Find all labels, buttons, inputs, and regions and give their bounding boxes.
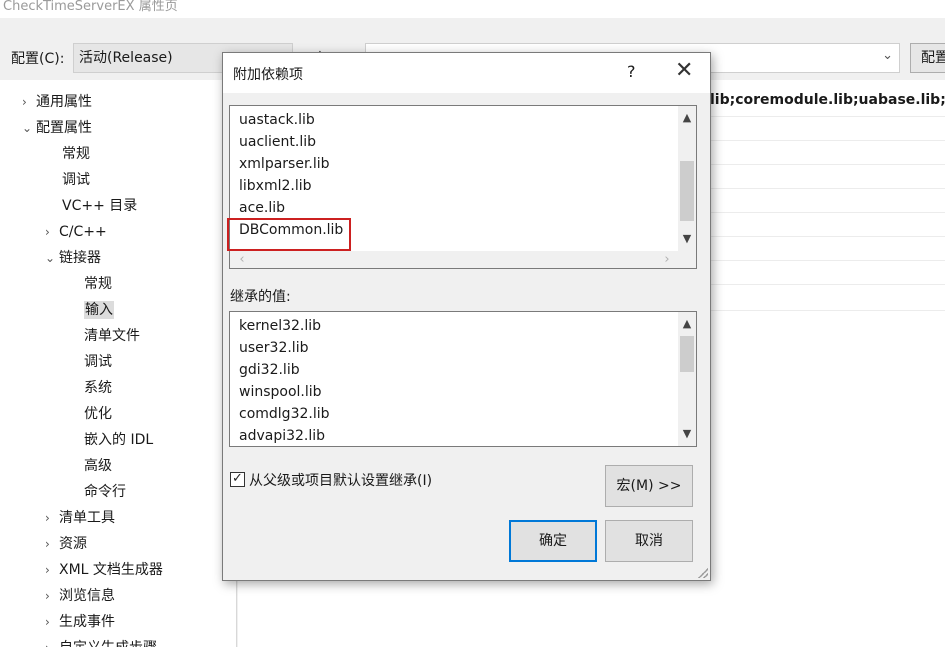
tree-item-label: 清单文件 [84,328,140,344]
tree-item-label: 调试 [84,354,112,370]
resize-grip[interactable] [698,568,708,578]
tree-item[interactable]: ⌄ 配置属性 [22,116,92,140]
chevron-right-icon[interactable]: › [45,584,59,608]
inherited-values-box: ▲ ▼ kernel32.lib user32.lib gdi32.lib winsp… [229,311,697,447]
chevron-right-icon[interactable]: › [45,610,59,634]
tree-item-label: 优化 [84,406,112,422]
tree-item-label: 调试 [62,172,90,188]
tree-item[interactable]: 常规 [62,142,90,166]
chevron-down-icon[interactable]: ⌄ [22,116,36,140]
dependency-entry[interactable]: xmlparser.lib [239,153,330,175]
tree-item-label: XML 文档生成器 [59,562,163,578]
inherited-value-entry: gdi32.lib [239,362,300,378]
scrollbar-thumb[interactable] [680,336,694,372]
chevron-right-icon[interactable]: › [45,558,59,582]
tree-item-label: 自定义生成步骤 [59,640,157,647]
tree-item[interactable]: 调试 [84,350,112,374]
scroll-left-icon[interactable]: ‹ [233,251,251,268]
tree-item[interactable]: VC++ 目录 [62,194,137,218]
chevron-right-icon[interactable]: › [45,220,59,244]
tree-item[interactable]: ›自定义生成步骤 [45,636,157,647]
chevron-right-icon[interactable]: › [45,636,59,647]
tree-item[interactable]: › 清单工具 [45,506,115,530]
tree-item-label: 浏览信息 [59,588,115,604]
dependencies-horizontal-scrollbar[interactable]: ‹ › [230,251,678,268]
tree-item-label: 链接器 [59,250,101,266]
property-tree: › 通用属性 ⌄ 配置属性 常规 调试 VC++ 目录 › C/C++ ⌄ 链接器 常规 输入 清单文件调… [0,80,237,647]
tree-item-label: VC++ 目录 [62,198,138,214]
chevron-down-icon: ⌄ [882,48,893,63]
inherited-values-label: 继承的值: [230,289,291,305]
scroll-down-icon[interactable]: ▼ [678,230,696,248]
dependency-entry[interactable]: ace.lib [239,197,285,219]
tree-item[interactable]: › 通用属性 [22,90,92,114]
dependency-entry[interactable]: uaclient.lib [239,131,316,153]
tree-item[interactable]: 优化 [84,402,112,426]
window-title: CheckTimeServerEX 属性页 [0,0,945,18]
macro-button[interactable]: 宏(M) >> [605,465,693,507]
dependencies-vertical-scrollbar[interactable]: ▲ ▼ [678,106,696,251]
scrollbar-thumb[interactable] [680,161,694,221]
tree-item-label: 命令行 [84,484,126,500]
tree-item[interactable]: 系统 [84,376,112,400]
tree-item-label: 生成事件 [59,614,115,630]
tree-item[interactable]: 输入 [84,298,114,322]
scroll-right-icon[interactable]: › [658,251,676,268]
scroll-down-icon[interactable]: ▼ [678,425,696,443]
tree-item[interactable]: 高级 [84,454,112,478]
scroll-up-icon[interactable]: ▲ [678,109,696,127]
dependency-entry[interactable]: libxml2.lib [239,175,312,197]
highlight-annotation [227,218,351,251]
chevron-right-icon[interactable]: › [22,90,36,114]
configuration-label: 配置(C): [11,51,65,67]
tree-item-label: 输入 [84,301,114,319]
chevron-down-icon[interactable]: ⌄ [45,246,59,270]
inherited-value-entry: winspool.lib [239,384,322,400]
tree-item[interactable]: 常规 [84,272,112,296]
configuration-manager-button[interactable]: 配置 [910,43,945,73]
tree-item[interactable]: › C/C++ [45,220,107,244]
inherit-checkbox-row[interactable]: 从父级或项目默认设置继承(I) [230,470,433,492]
tree-item[interactable]: ⌄ 链接器 [45,246,101,270]
tree-item-label: C/C++ [59,224,107,240]
tree-item-label: 资源 [59,536,87,552]
close-icon[interactable]: ✕ [675,58,693,84]
tree-item-label: 通用属性 [36,94,92,110]
tree-item-label: 常规 [84,276,112,292]
additional-dependencies-value[interactable]: lib;coremodule.lib;uabase.lib;uastac [710,92,945,108]
help-button[interactable]: ? [627,62,636,81]
inherited-value-entry: comdlg32.lib [239,406,330,422]
tree-item[interactable]: › XML 文档生成器 [45,558,163,582]
tree-item-label: 高级 [84,458,112,474]
tree-item[interactable]: › 资源 [45,532,87,556]
inherit-checkbox[interactable] [230,470,245,488]
tree-item-label: 配置属性 [36,120,92,136]
tree-item[interactable]: › 生成事件 [45,610,115,634]
tree-item-label: 嵌入的 IDL [84,432,154,448]
ok-button[interactable]: 确定 [509,520,597,562]
tree-item[interactable]: › 浏览信息 [45,584,115,608]
tree-item[interactable]: 命令行 [84,480,126,504]
dialog-titlebar: 附加依赖项 ? ✕ [223,53,710,93]
tree-item[interactable]: 嵌入的 IDL [84,428,153,452]
chevron-right-icon[interactable]: › [45,506,59,530]
inherited-value-entry: kernel32.lib [239,318,322,334]
tree-item[interactable]: 调试 [62,168,90,192]
inherited-value-entry: advapi32.lib [239,428,326,444]
tree-item-label: 清单工具 [59,510,115,526]
dependency-entry[interactable]: uastack.lib [239,109,315,131]
dialog-title: 附加依赖项 [233,67,303,83]
additional-dependencies-dialog: 附加依赖项 ? ✕ ▲ ▼ ‹ › uastack.lib uaclient.li… [222,52,711,581]
inherited-vertical-scrollbar[interactable]: ▲ ▼ [678,312,696,446]
cancel-button[interactable]: 取消 [605,520,693,562]
chevron-right-icon[interactable]: › [45,532,59,556]
scrollbar-corner [678,251,696,268]
inherited-value-entry: user32.lib [239,340,309,356]
tree-item-label: 常规 [62,146,90,162]
tree-item[interactable]: 清单文件 [84,324,140,348]
scroll-up-icon[interactable]: ▲ [678,315,696,333]
tree-item-label: 系统 [84,380,112,396]
inherit-checkbox-label: 从父级或项目默认设置继承(I) [249,473,433,489]
